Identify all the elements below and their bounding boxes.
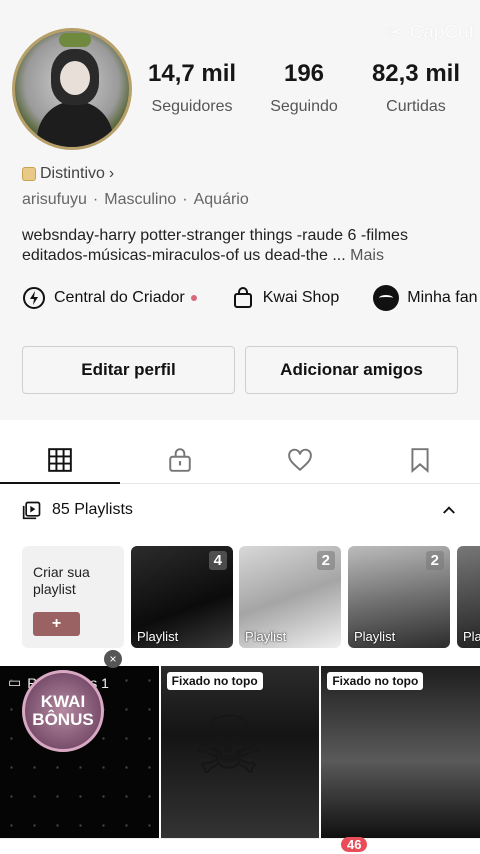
playlist-card[interactable]: Pla: [457, 546, 480, 648]
gender: Masculino: [104, 191, 177, 208]
tab-private[interactable]: [120, 436, 240, 483]
badge-link[interactable]: Distintivo ›: [22, 165, 114, 183]
bookmark-icon: [411, 447, 429, 473]
avatar-body: [37, 101, 113, 147]
tab-grid[interactable]: [0, 436, 120, 484]
stat-label: Seguidores: [151, 98, 233, 115]
playlists-header[interactable]: 85 Playlists: [22, 500, 458, 520]
zodiac-sign: Aquário: [193, 191, 249, 208]
kwai-shop-link[interactable]: Kwai Shop: [231, 286, 340, 310]
link-label: Minha fan: [407, 289, 478, 306]
create-playlist-button[interactable]: +: [33, 612, 80, 636]
playlist-card[interactable]: 4 Playlist: [131, 546, 233, 648]
tab-liked[interactable]: [240, 436, 360, 483]
kwai-bonus-badge[interactable]: KWAI BÔNUS: [22, 670, 104, 752]
pinned-label: Fixado no topo: [166, 672, 263, 690]
fan-link[interactable]: Minha fan: [373, 285, 478, 311]
profile-links: Central do Criador Kwai Shop Minha fan: [22, 285, 480, 311]
chevron-up-icon[interactable]: [440, 501, 458, 519]
stat-value: 82,3 mil: [371, 60, 460, 87]
fan-logo-icon: [373, 285, 400, 311]
stat-following[interactable]: 196 Seguindo: [270, 60, 338, 116]
watermark-label: CapCut: [409, 21, 474, 43]
tab-saved[interactable]: [360, 436, 480, 483]
profile-stats: 14,7 mil Seguidores 196 Seguindo 82,3 mi…: [148, 60, 460, 116]
stat-value: 196: [283, 60, 325, 87]
playlist-card[interactable]: 2 Playlist: [348, 546, 450, 648]
link-label: Kwai Shop: [262, 289, 340, 306]
playlist-label: Playlist: [245, 629, 287, 644]
profile-tabs: [0, 436, 480, 484]
grid-icon: [48, 447, 72, 472]
playlist-icon: [22, 501, 41, 520]
drafts-video[interactable]: ▭ Rascunhos 1 KWAI BÔNUS: [0, 666, 159, 838]
separator: ·: [182, 191, 188, 208]
pinned-video[interactable]: Fixado no topo: [321, 666, 480, 838]
shopping-bag-icon: [233, 287, 252, 308]
bolt-icon: [23, 287, 45, 309]
stat-label: Curtidas: [386, 98, 446, 115]
playlist-count: 4: [208, 551, 227, 570]
avatar[interactable]: [12, 28, 132, 150]
link-label: Central do Criador: [54, 289, 185, 306]
bio-more-link[interactable]: Mais: [350, 247, 384, 264]
drafts-icon: ▭: [8, 674, 22, 690]
notification-dot: [190, 295, 197, 301]
skull-sticker-icon: ☠: [192, 701, 265, 790]
profile-meta: arisufuyu · Masculino · Aquário: [22, 191, 249, 209]
heart-icon: [288, 448, 312, 471]
notification-badge[interactable]: 46: [341, 837, 368, 852]
playlist-label: Pla: [463, 629, 480, 644]
create-playlist-card[interactable]: Criar sua playlist +: [22, 546, 124, 648]
lock-icon: [169, 447, 191, 472]
playlist-count: 2: [316, 551, 335, 570]
bottom-navbar: 46: [0, 837, 480, 854]
add-friends-button[interactable]: Adicionar amigos: [245, 346, 458, 394]
stat-value: 14,7 mil: [148, 60, 237, 87]
avatar-face: [60, 61, 90, 95]
username: arisufuyu: [22, 191, 87, 208]
edit-profile-button[interactable]: Editar perfil: [22, 346, 235, 394]
separator: ·: [92, 191, 99, 208]
stat-followers[interactable]: 14,7 mil Seguidores: [148, 60, 236, 116]
bio[interactable]: websnday-harry potter-stranger things -r…: [22, 226, 462, 266]
playlist-label: Playlist: [354, 629, 396, 644]
close-icon[interactable]: ×: [104, 650, 122, 668]
pinned-label: Fixado no topo: [327, 672, 424, 690]
capcut-watermark: ✂ CapCut: [387, 20, 474, 45]
stat-label: Seguindo: [270, 98, 338, 115]
video-grid: ▭ Rascunhos 1 KWAI BÔNUS Fixado no topo …: [0, 666, 480, 838]
creator-center-link[interactable]: Central do Criador: [22, 286, 197, 310]
pinned-video[interactable]: Fixado no topo ☠: [160, 666, 320, 838]
playlist-label: Playlist: [137, 629, 179, 644]
avatar-mask-decoration: [59, 33, 91, 47]
playlist-card[interactable]: 2 Playlist: [239, 546, 341, 648]
playlists-count: 85 Playlists: [52, 501, 133, 518]
badge-icon: [22, 167, 36, 181]
chevron-right-icon: ›: [108, 165, 115, 182]
capcut-logo-icon: ✂: [386, 22, 404, 44]
stat-likes[interactable]: 82,3 mil Curtidas: [372, 60, 460, 116]
badge-label: Distintivo: [40, 165, 105, 182]
create-playlist-label: Criar sua playlist: [33, 564, 90, 597]
playlist-count: 2: [425, 551, 444, 570]
